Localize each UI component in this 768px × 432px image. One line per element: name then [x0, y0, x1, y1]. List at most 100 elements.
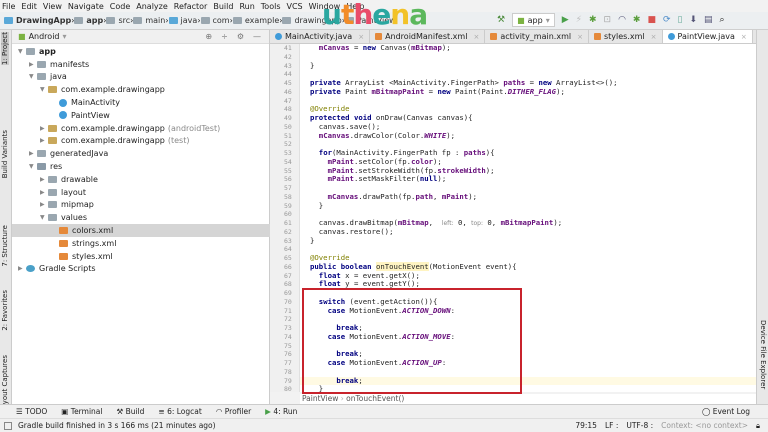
tab-activity-main-xml[interactable]: activity_main.xml ×: [485, 30, 589, 43]
tree-item[interactable]: PaintView: [12, 109, 270, 122]
collapse-icon[interactable]: ÷: [221, 32, 228, 41]
run-icon[interactable]: ▶: [562, 15, 569, 25]
search-icon[interactable]: ⌕: [720, 15, 725, 25]
tree-item[interactable]: ▼ res: [12, 160, 270, 173]
breadcrumb-item[interactable]: app: [74, 16, 103, 25]
close-icon[interactable]: ×: [473, 33, 479, 41]
menu-item-tools[interactable]: Tools: [261, 2, 281, 11]
tool-profiler[interactable]: ◠ Profiler: [216, 407, 251, 416]
tree-item[interactable]: strings.xml: [12, 237, 270, 250]
tool-terminal[interactable]: ▣ Terminal: [61, 407, 102, 416]
tab-styles-xml[interactable]: styles.xml ×: [589, 30, 663, 43]
close-icon[interactable]: ×: [358, 33, 364, 41]
expand-arrow-icon[interactable]: ▼: [29, 73, 37, 80]
tree-item[interactable]: ▶ layout: [12, 186, 270, 199]
breadcrumb-item[interactable]: DrawingApp: [4, 16, 71, 25]
tool-window--structure[interactable]: 7: Structure: [1, 225, 9, 267]
tree-item[interactable]: ▶ Gradle Scripts: [12, 263, 270, 276]
hide-icon[interactable]: —: [253, 32, 261, 41]
build-hammer-icon[interactable]: ⚒: [497, 15, 505, 25]
collapse-arrow-icon[interactable]: ▶: [40, 189, 48, 196]
tab-androidmanifest-xml[interactable]: AndroidManifest.xml ×: [370, 30, 486, 43]
code-token: mBitmapPaint: [500, 218, 554, 227]
menu-item-navigate[interactable]: Navigate: [68, 2, 104, 11]
tree-item[interactable]: ▶ com.example.drawingapp (test): [12, 135, 270, 148]
debug-icon[interactable]: ✱: [589, 15, 597, 25]
menu-item-vcs[interactable]: VCS: [287, 2, 303, 11]
tab-mainactivity-java[interactable]: MainActivity.java ×: [270, 30, 371, 43]
close-icon[interactable]: ×: [741, 33, 747, 41]
menu-item-code[interactable]: Code: [110, 2, 130, 11]
event-log-button[interactable]: ◯ Event Log: [702, 407, 750, 416]
collapse-arrow-icon[interactable]: ▶: [40, 176, 48, 183]
tool-todo[interactable]: ☰ TODO: [16, 407, 47, 416]
project-view-select[interactable]: Android: [29, 32, 60, 41]
tool-window-device-file-explorer[interactable]: Device File Explorer: [759, 320, 767, 389]
tree-item[interactable]: colors.xml: [12, 224, 270, 237]
tree-item[interactable]: ▶ mipmap: [12, 199, 270, 212]
tool-window--project[interactable]: 1: Project: [1, 32, 9, 65]
file-encoding[interactable]: UTF-8 :: [626, 421, 653, 431]
collapse-arrow-icon[interactable]: ▶: [40, 137, 48, 144]
menu-item-build[interactable]: Build: [213, 2, 233, 11]
caret-position[interactable]: 79:15: [575, 421, 597, 431]
gear-icon[interactable]: ⚙: [237, 32, 244, 41]
code-token: x = event.getX();: [340, 270, 420, 280]
expand-arrow-icon[interactable]: ▼: [40, 214, 48, 221]
tool-run[interactable]: ▶ 4: Run: [265, 407, 297, 416]
tree-item[interactable]: ▼ java: [12, 71, 270, 84]
menu-item-analyze[interactable]: Analyze: [136, 2, 168, 11]
menu-item-view[interactable]: View: [43, 2, 62, 11]
tree-item[interactable]: ▶ manifests: [12, 58, 270, 71]
tree-item[interactable]: ▶ com.example.drawingapp (androidTest): [12, 122, 270, 135]
expand-arrow-icon[interactable]: ▼: [18, 48, 26, 55]
breadcrumb-item[interactable]: com: [200, 16, 230, 25]
expand-arrow-icon[interactable]: ▼: [29, 163, 37, 170]
lock-icon[interactable]: 🔒︎: [756, 421, 760, 431]
breadcrumb-method[interactable]: onTouchEvent(): [346, 394, 404, 403]
collapse-arrow-icon[interactable]: ▶: [18, 265, 26, 272]
menu-item-edit[interactable]: Edit: [21, 2, 37, 11]
apply-changes-icon[interactable]: ⚡: [576, 15, 582, 25]
collapse-arrow-icon[interactable]: ▶: [40, 201, 48, 208]
menu-item-refactor[interactable]: Refactor: [174, 2, 208, 11]
code-token: ,: [433, 191, 442, 201]
tree-item[interactable]: ▶ generatedJava: [12, 147, 270, 160]
tree-item[interactable]: ▶ drawable: [12, 173, 270, 186]
collapse-arrow-icon[interactable]: ▶: [29, 61, 37, 68]
avd-manager-icon[interactable]: ▯: [678, 15, 683, 25]
stop-icon[interactable]: ■: [647, 15, 656, 25]
expand-arrow-icon[interactable]: ▼: [40, 86, 48, 93]
tree-item[interactable]: ▼ com.example.drawingapp: [12, 83, 270, 96]
attach-icon[interactable]: ✱: [633, 15, 641, 25]
profile-icon[interactable]: ◠: [618, 15, 626, 25]
tree-item[interactable]: styles.xml: [12, 250, 270, 263]
close-icon[interactable]: ×: [651, 33, 657, 41]
attach-debugger-icon[interactable]: ⊡: [604, 15, 612, 25]
breadcrumb-item[interactable]: java: [168, 16, 197, 25]
tree-item[interactable]: ▼ values: [12, 211, 270, 224]
tool-build[interactable]: ⚒ Build: [116, 407, 144, 416]
tab-paintview-java[interactable]: PaintView.java ×: [662, 30, 753, 43]
menu-item-file[interactable]: File: [2, 2, 15, 11]
status-toggle-icon[interactable]: [4, 421, 12, 430]
tool-logcat[interactable]: ≡ 6: Logcat: [158, 407, 201, 416]
tree-item[interactable]: ▼ app: [12, 45, 270, 58]
breadcrumb-class[interactable]: PaintView: [302, 394, 338, 403]
collapse-arrow-icon[interactable]: ▶: [29, 150, 37, 157]
collapse-arrow-icon[interactable]: ▶: [40, 125, 48, 132]
breadcrumb-item[interactable]: example: [232, 16, 279, 25]
locate-icon[interactable]: ⊕: [205, 32, 212, 41]
tool-window--favorites[interactable]: 2: Favorites: [1, 290, 9, 331]
run-config-select[interactable]: ■ app ▾: [512, 13, 555, 27]
sync-gradle-icon[interactable]: ⟳: [663, 15, 671, 25]
breadcrumb-item[interactable]: main: [133, 16, 165, 25]
tree-item[interactable]: MainActivity: [12, 96, 270, 109]
close-icon[interactable]: ×: [577, 33, 583, 41]
line-separator[interactable]: LF :: [605, 421, 618, 431]
tool-window-build-variants[interactable]: Build Variants: [1, 130, 9, 178]
breadcrumb-item[interactable]: src: [106, 16, 130, 25]
menu-item-run[interactable]: Run: [239, 2, 254, 11]
project-structure-icon[interactable]: ▤: [704, 15, 713, 25]
sdk-manager-icon[interactable]: ⬇: [689, 15, 697, 25]
